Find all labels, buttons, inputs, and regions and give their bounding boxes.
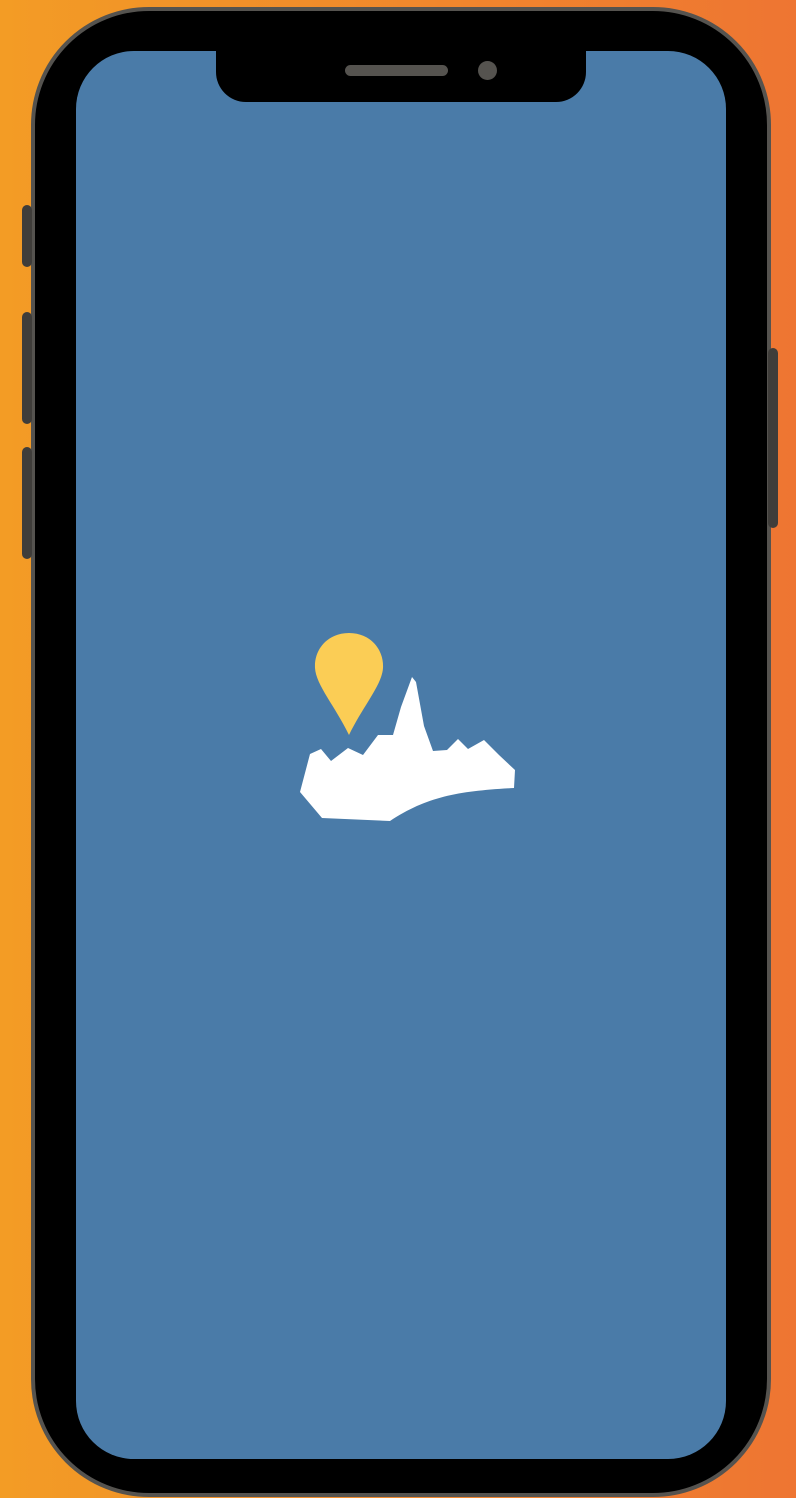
mute-switch <box>22 205 32 267</box>
volume-up-button <box>22 312 32 424</box>
front-camera <box>478 61 497 80</box>
location-pin-icon <box>314 633 384 735</box>
volume-down-button <box>22 447 32 559</box>
app-logo <box>300 633 515 821</box>
power-button <box>768 348 778 528</box>
speaker-grille <box>345 65 448 76</box>
